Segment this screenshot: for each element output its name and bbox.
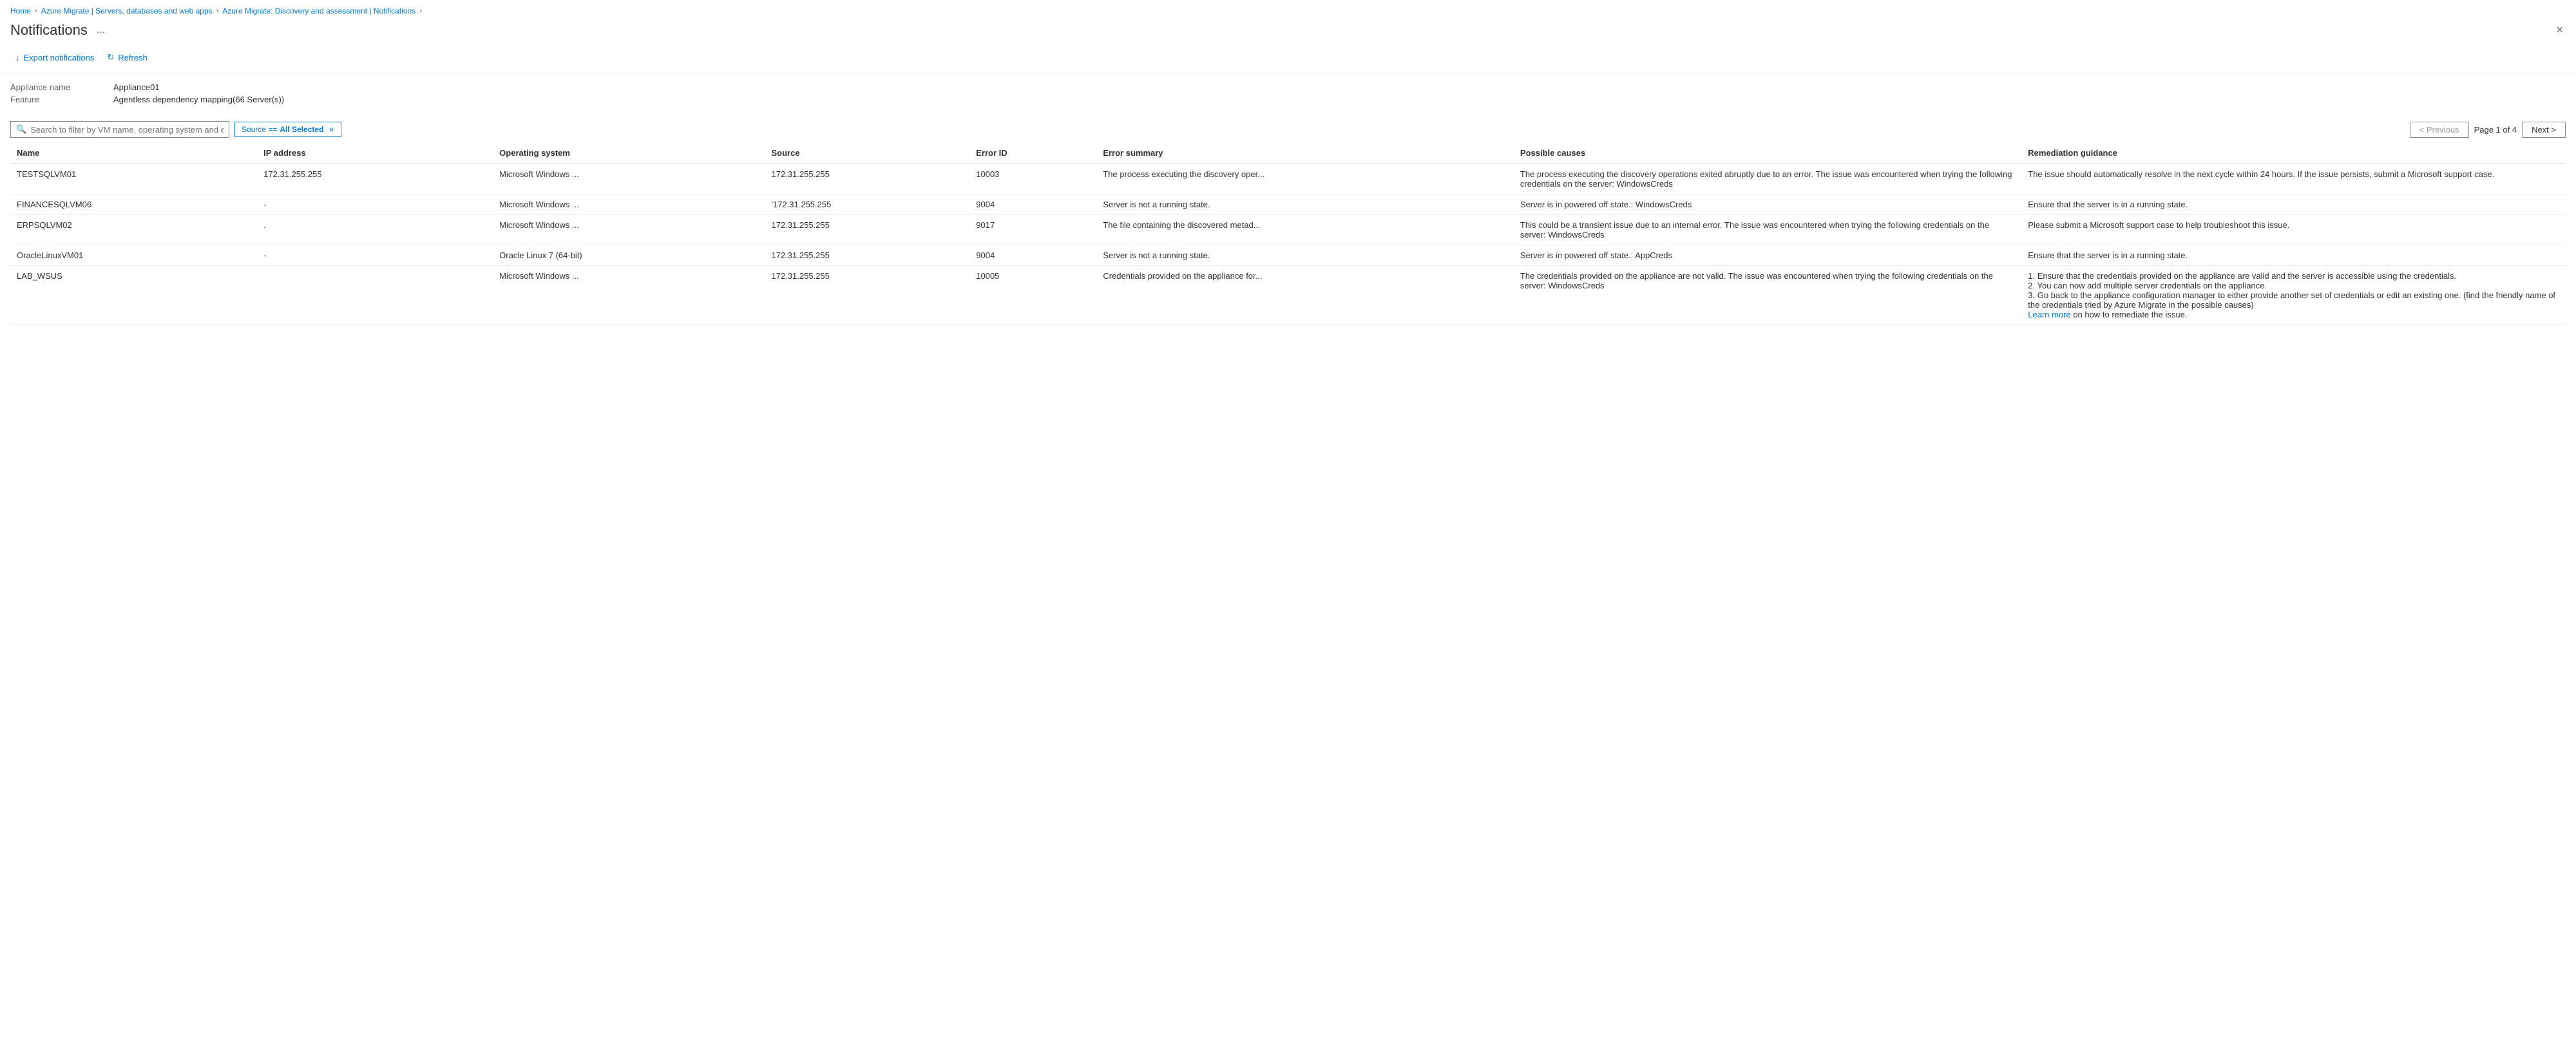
pagination: < Previous Page 1 of 4 Next >	[2410, 122, 2566, 138]
refresh-icon: ↻	[107, 52, 114, 62]
source-filter-tag[interactable]: Source == All Selected ×	[234, 122, 341, 137]
cell-source: 172.31.255.255	[765, 215, 969, 245]
cell-ip: -	[257, 245, 493, 266]
breadcrumb-sep-1: ›	[35, 7, 37, 15]
cell-name: FINANCESQLVM06	[10, 194, 257, 215]
cell-remediation: Ensure that the server is in a running s…	[2021, 194, 2566, 215]
table-header-row: Name IP address Operating system Source …	[10, 143, 2566, 164]
previous-button[interactable]: < Previous	[2410, 122, 2469, 138]
breadcrumb-sep-2: ›	[216, 7, 219, 15]
cell-summary: The file containing the discovered metad…	[1096, 215, 1514, 245]
toolbar: ↓ Export notifications ↻ Refresh	[0, 47, 2576, 73]
table-row: ERPSQLVM02 . Microsoft Windows ... 172.3…	[10, 215, 2566, 245]
page-info: Page 1 of 4	[2474, 125, 2517, 135]
export-label: Export notifications	[24, 53, 95, 62]
cell-remediation: The issue should automatically resolve i…	[2021, 164, 2566, 194]
cell-causes: Server is in powered off state.: Windows…	[1514, 194, 2021, 215]
cell-causes: The process executing the discovery oper…	[1514, 164, 2021, 194]
cell-causes: This could be a transient issue due to a…	[1514, 215, 2021, 245]
appliance-value: Appliance01	[113, 82, 160, 92]
cell-errorid: 9004	[969, 245, 1096, 266]
filter-left: 🔍 Source == All Selected ×	[10, 121, 341, 138]
export-notifications-button[interactable]: ↓ Export notifications	[10, 50, 99, 65]
col-header-name: Name	[10, 143, 257, 164]
filter-tag-value: All Selected	[280, 125, 323, 134]
cell-os: Microsoft Windows ...	[493, 215, 765, 245]
cell-os: Oracle Linux 7 (64-bit)	[493, 245, 765, 266]
col-header-source: Source	[765, 143, 969, 164]
cell-errorid: 9017	[969, 215, 1096, 245]
table-row: FINANCESQLVM06 - Microsoft Windows ... '…	[10, 194, 2566, 215]
search-icon: 🔍	[16, 124, 26, 135]
breadcrumb-home[interactable]: Home	[10, 6, 31, 15]
table-row: TESTSQLVM01 172.31.255.255 Microsoft Win…	[10, 164, 2566, 194]
col-header-causes: Possible causes	[1514, 143, 2021, 164]
breadcrumb-azure-migrate[interactable]: Azure Migrate | Servers, databases and w…	[41, 6, 213, 15]
table-body: TESTSQLVM01 172.31.255.255 Microsoft Win…	[10, 164, 2566, 325]
breadcrumb-notifications[interactable]: Azure Migrate: Discovery and assessment …	[222, 6, 415, 15]
meta-section: Appliance name Appliance01 Feature Agent…	[0, 73, 2576, 116]
close-button[interactable]: ×	[2553, 21, 2566, 39]
export-icon: ↓	[15, 53, 20, 62]
table-header: Name IP address Operating system Source …	[10, 143, 2566, 164]
cell-summary: Server is not a running state.	[1096, 194, 1514, 215]
filter-bar: 🔍 Source == All Selected × < Previous Pa…	[0, 116, 2576, 143]
next-button[interactable]: Next >	[2522, 122, 2566, 138]
col-header-errorid: Error ID	[969, 143, 1096, 164]
cell-ip	[257, 266, 493, 325]
cell-causes: The credentials provided on the applianc…	[1514, 266, 2021, 325]
refresh-button[interactable]: ↻ Refresh	[102, 50, 152, 65]
table-row: LAB_WSUS Microsoft Windows ... 172.31.25…	[10, 266, 2566, 325]
cell-summary: Server is not a running state.	[1096, 245, 1514, 266]
cell-ip: .	[257, 215, 493, 245]
filter-tag-label: Source ==	[242, 125, 277, 134]
cell-causes: Server is in powered off state.: AppCred…	[1514, 245, 2021, 266]
meta-appliance-row: Appliance name Appliance01	[10, 82, 2566, 92]
notifications-table-container: Name IP address Operating system Source …	[0, 143, 2576, 325]
learn-more-link[interactable]: Learn more	[2028, 310, 2070, 319]
cell-name: TESTSQLVM01	[10, 164, 257, 194]
feature-label: Feature	[10, 95, 113, 104]
ellipsis-button[interactable]: ...	[94, 22, 108, 39]
cell-errorid: 10005	[969, 266, 1096, 325]
breadcrumb-sep-3: ›	[419, 7, 422, 15]
cell-source: '172.31.255.255	[765, 194, 969, 215]
col-header-ip: IP address	[257, 143, 493, 164]
col-header-remediation: Remediation guidance	[2021, 143, 2566, 164]
cell-source: 172.31.255.255	[765, 164, 969, 194]
cell-os: Microsoft Windows ...	[493, 164, 765, 194]
notifications-table: Name IP address Operating system Source …	[10, 143, 2566, 325]
cell-remediation: Ensure that the server is in a running s…	[2021, 245, 2566, 266]
refresh-label: Refresh	[118, 53, 148, 62]
cell-summary: Credentials provided on the appliance fo…	[1096, 266, 1514, 325]
cell-source: 172.31.255.255	[765, 266, 969, 325]
cell-name: ERPSQLVM02	[10, 215, 257, 245]
cell-errorid: 10003	[969, 164, 1096, 194]
cell-name: OracleLinuxVM01	[10, 245, 257, 266]
cell-name: LAB_WSUS	[10, 266, 257, 325]
col-header-os: Operating system	[493, 143, 765, 164]
meta-feature-row: Feature Agentless dependency mapping(66 …	[10, 95, 2566, 104]
breadcrumb: Home › Azure Migrate | Servers, database…	[0, 0, 2576, 18]
cell-os: Microsoft Windows ...	[493, 194, 765, 215]
search-input[interactable]	[30, 125, 224, 135]
cell-ip: -	[257, 194, 493, 215]
cell-os: Microsoft Windows ...	[493, 266, 765, 325]
feature-value: Agentless dependency mapping(66 Server(s…	[113, 95, 284, 104]
page-title: Notifications	[10, 22, 88, 39]
col-header-summary: Error summary	[1096, 143, 1514, 164]
filter-tag-close[interactable]: ×	[329, 124, 334, 135]
cell-errorid: 9004	[969, 194, 1096, 215]
search-box[interactable]: 🔍	[10, 121, 229, 138]
cell-summary: The process executing the discovery oper…	[1096, 164, 1514, 194]
cell-ip: 172.31.255.255	[257, 164, 493, 194]
cell-remediation: Please submit a Microsoft support case t…	[2021, 215, 2566, 245]
appliance-label: Appliance name	[10, 82, 113, 92]
page-header: Notifications ... ×	[0, 18, 2576, 47]
table-row: OracleLinuxVM01 - Oracle Linux 7 (64-bit…	[10, 245, 2566, 266]
cell-remediation: 1. Ensure that the credentials provided …	[2021, 266, 2566, 325]
cell-source: 172.31.255.255	[765, 245, 969, 266]
